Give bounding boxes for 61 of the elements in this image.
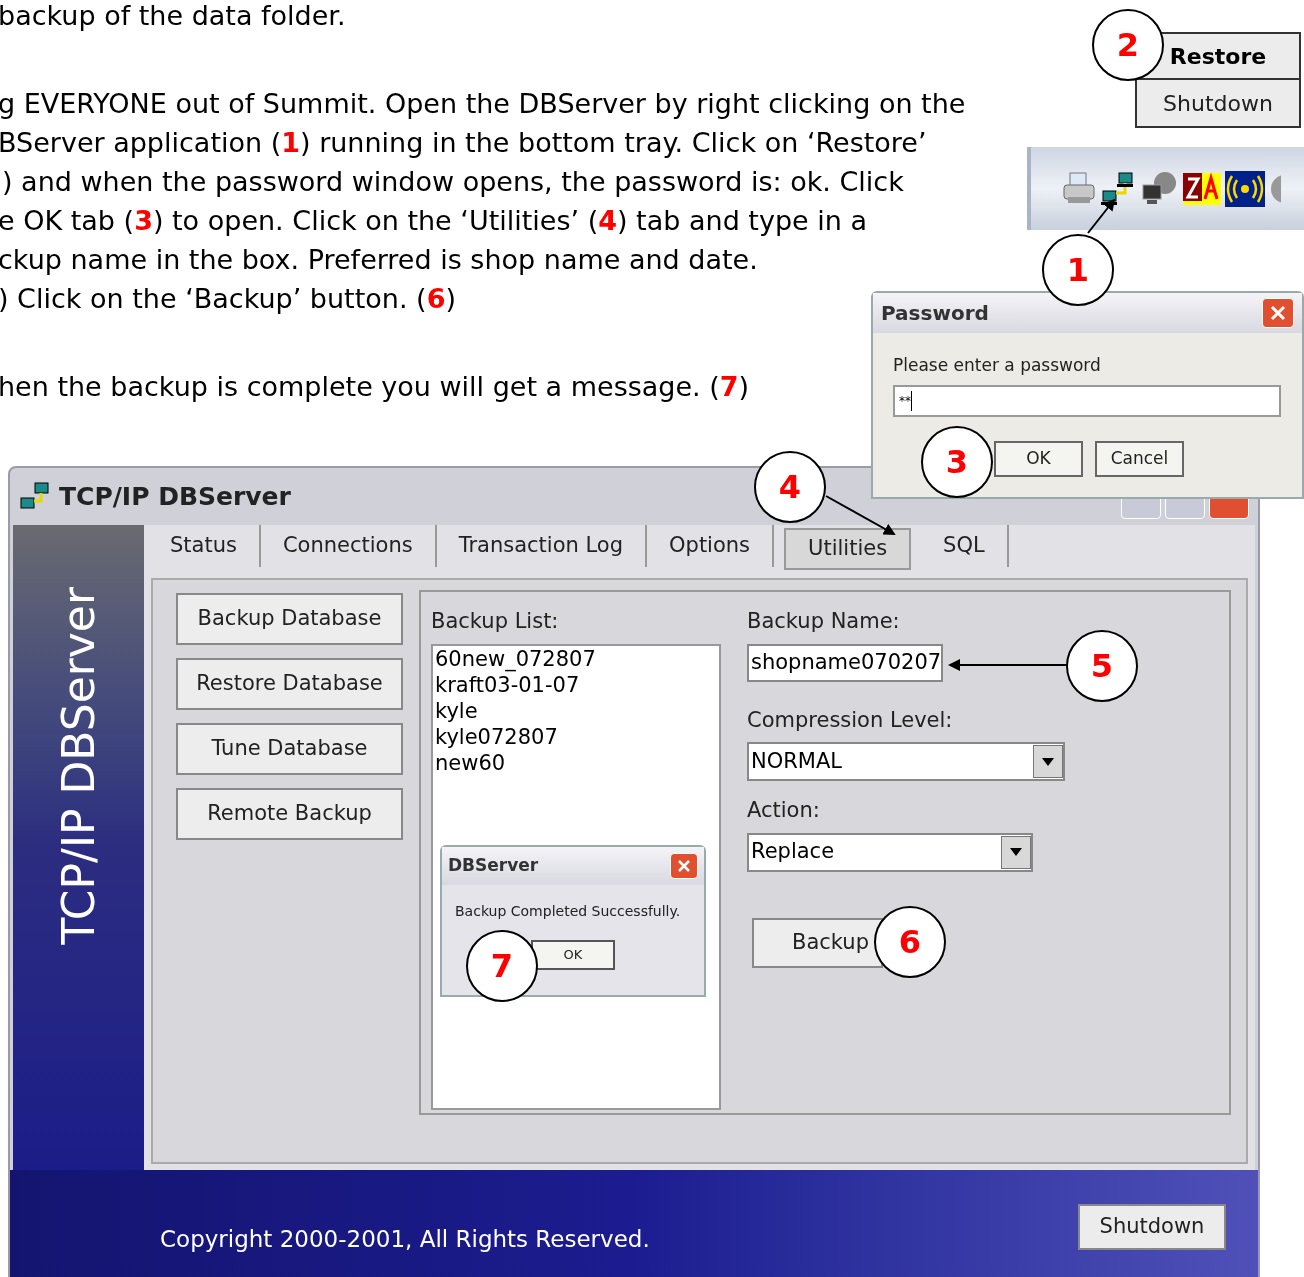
- tab[interactable]: Transaction Log: [436, 525, 647, 567]
- instruction-text: ) Click on the ‘Backup’ button. (6): [0, 282, 456, 316]
- list-item[interactable]: kyle072807: [435, 723, 719, 750]
- firewall-icon[interactable]: [1183, 170, 1221, 207]
- ok-button[interactable]: OK: [531, 940, 615, 970]
- step-callout: 4: [754, 451, 826, 523]
- caret-icon: [1010, 848, 1022, 856]
- tab[interactable]: Options: [647, 525, 775, 567]
- dialog-button[interactable]: Cancel: [1095, 440, 1184, 477]
- tab[interactable]: SQL: [921, 525, 1009, 567]
- instruction-text: e OK tab (3) to open. Click on the ‘Utilities’ (4) tab and type in a: [0, 204, 867, 238]
- dialog-title: Password: [881, 300, 989, 327]
- instruction-text: ckup name in the box. Preferred is shop name and date.: [0, 243, 758, 277]
- backup-name-field[interactable]: shopname070207: [747, 643, 943, 682]
- field-label: Action:: [747, 797, 821, 824]
- tab[interactable]: Utilities: [784, 528, 912, 570]
- list-item[interactable]: 60new_072807: [435, 645, 719, 672]
- dropdown-field[interactable]: NORMAL: [747, 742, 1065, 781]
- dialog-title: DBServer: [448, 854, 539, 878]
- menu-item[interactable]: Restore: [1169, 39, 1267, 73]
- close-icon: [1269, 304, 1287, 322]
- list-label: Backup List:: [431, 608, 560, 635]
- field-label: Compression Level:: [747, 706, 954, 734]
- instruction-text: g EVERYONE out of Summit. Open the DBServer by right clicking on the: [0, 87, 966, 121]
- tab[interactable]: Status: [148, 525, 261, 567]
- password-field[interactable]: **: [893, 384, 1281, 417]
- caret-icon: [1042, 757, 1054, 766]
- action-button[interactable]: Restore Database: [176, 658, 403, 710]
- list-item[interactable]: new60: [435, 749, 719, 776]
- banner-text: TCP/IP DBServer: [54, 587, 103, 945]
- instruction-text: backup of the data folder.: [0, 0, 346, 33]
- instruction-text: ) and when the password window opens, the password is: ok. Click: [2, 165, 904, 199]
- dialog-button[interactable]: OK: [994, 440, 1083, 477]
- dropdown-field[interactable]: Replace: [747, 832, 1033, 872]
- wireless-icon[interactable]: [1225, 170, 1265, 207]
- instruction-text: BServer application (1) running in the bottom tray. Click on ‘Restore’: [0, 126, 927, 160]
- action-button[interactable]: Remote Backup: [176, 788, 403, 840]
- close-icon: [677, 859, 691, 873]
- prompt-text: Please enter a password: [893, 354, 1102, 377]
- network-icon[interactable]: [1101, 170, 1135, 207]
- step-callout: 2: [1092, 9, 1164, 81]
- message-text: Backup Completed Successfully.: [454, 902, 682, 921]
- step-callout: 1: [1042, 234, 1114, 306]
- field-label: Backup Name:: [747, 608, 901, 635]
- tab[interactable]: Connections: [260, 525, 437, 567]
- close-button[interactable]: [670, 853, 698, 879]
- list-item[interactable]: kyle: [435, 697, 719, 724]
- computers-icon[interactable]: [1139, 170, 1179, 207]
- pointer-arrow: [825, 495, 896, 535]
- pointer-arrow: [1087, 198, 1116, 234]
- backup-button[interactable]: Backup: [752, 917, 883, 968]
- window-title: TCP/IP DBServer: [59, 480, 291, 513]
- close-button[interactable]: [1262, 298, 1294, 328]
- copyright-text: Copyright 2000-2001, All Rights Reserved.: [160, 1224, 650, 1254]
- list-item[interactable]: kraft03-01-07: [435, 671, 719, 698]
- instruction-text: hen the backup is complete you will get a message. (7): [0, 370, 750, 404]
- action-button[interactable]: Backup Database: [176, 593, 403, 645]
- shutdown-button[interactable]: Shutdown: [1078, 1204, 1226, 1250]
- action-button[interactable]: Tune Database: [176, 723, 403, 775]
- network-icon: [19, 481, 51, 512]
- menu-item[interactable]: Shutdown: [1163, 86, 1273, 120]
